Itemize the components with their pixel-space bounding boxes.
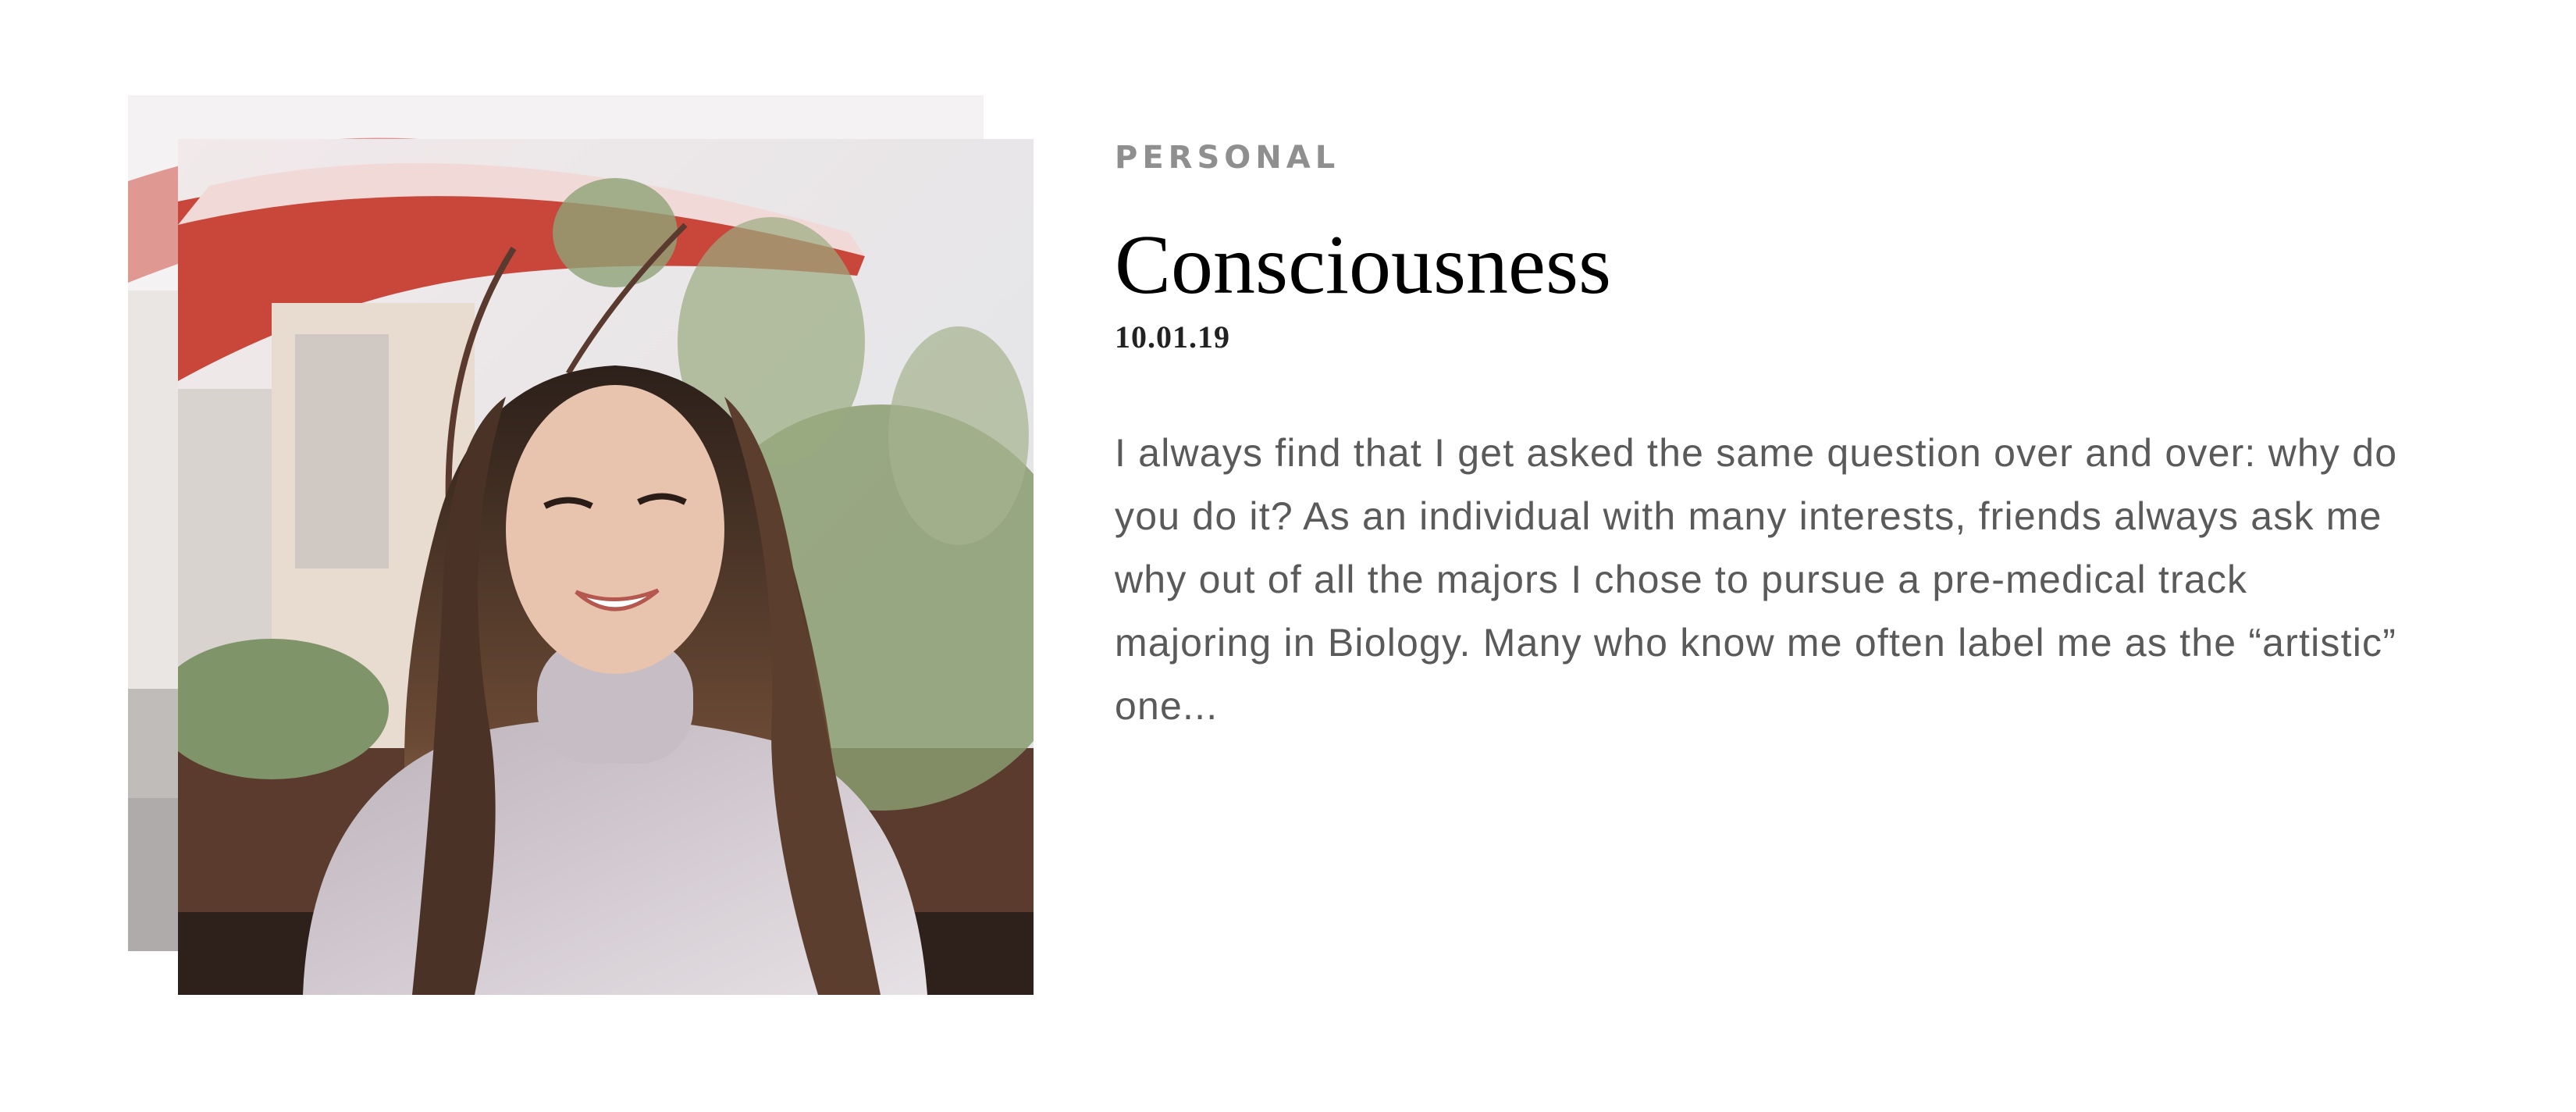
post-excerpt: I always find that I get asked the same … xyxy=(1115,431,2398,728)
portrait-photo xyxy=(178,139,1034,995)
post-date: 10.01.19 xyxy=(1115,319,1230,355)
post-title[interactable]: Consciousness xyxy=(1115,222,2426,309)
post-category[interactable]: PERSONAL xyxy=(1115,134,2426,181)
blog-post-card: PERSONAL Consciousness 10.01.19 I always… xyxy=(0,0,2576,1112)
post-text-column: PERSONAL Consciousness 10.01.19 I always… xyxy=(1115,134,2426,738)
article-photo[interactable] xyxy=(178,139,1034,995)
